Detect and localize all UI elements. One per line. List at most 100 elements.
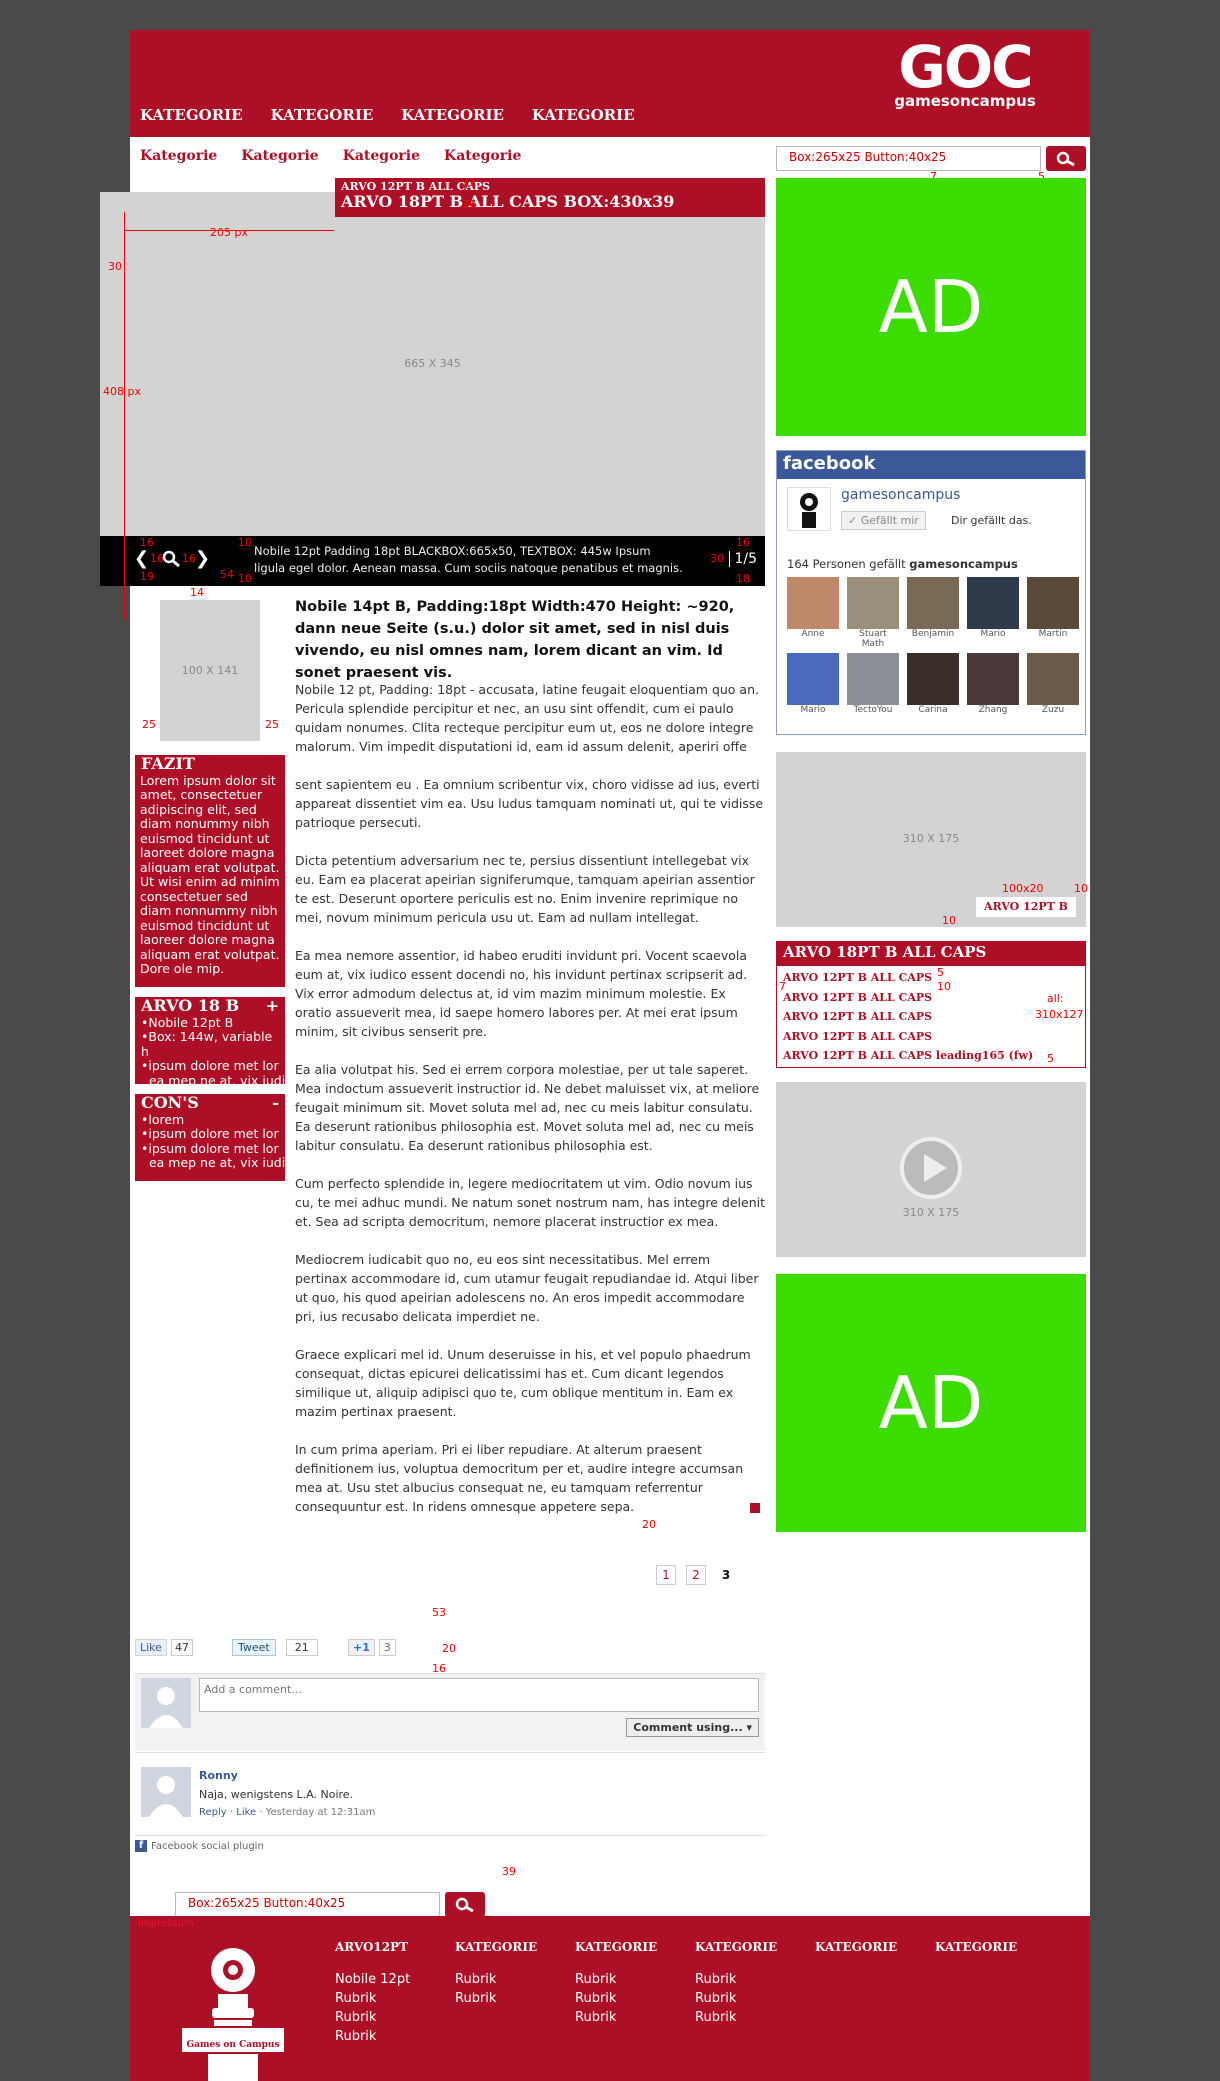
- feature-title-box[interactable]: ARVO 12PT B ALL CAPS ARVO 18PT B ALL CAP…: [335, 178, 765, 217]
- page-link[interactable]: 2: [686, 1565, 706, 1585]
- plugin-label[interactable]: Facebook social plugin: [151, 1841, 264, 1852]
- paragraph: Graece explicari mel id. Unum deseruisse…: [295, 1347, 751, 1419]
- page-link[interactable]: 1: [656, 1565, 676, 1585]
- footer-col: KATEGORIE Rubrik Rubrik: [455, 1940, 537, 2008]
- paragraph: Cum perfecto splendide in, legere medioc…: [295, 1176, 766, 1229]
- search-input-bottom[interactable]: Box:265x25 Button:40x25: [175, 1892, 440, 1917]
- list-link[interactable]: ARVO 12PT B ALL CAPS leading165 (fw): [783, 1046, 1079, 1066]
- like-button[interactable]: Like: [135, 1639, 167, 1656]
- fb-page-name[interactable]: gamesoncampus: [841, 487, 960, 503]
- measure-label: 7: [779, 980, 786, 993]
- search-button[interactable]: [1046, 146, 1086, 171]
- fan-photo: [847, 577, 899, 629]
- list-item: •lorem: [141, 1111, 185, 1127]
- social-tweet[interactable]: Tweet 21: [232, 1639, 318, 1656]
- plusone-button[interactable]: +1: [348, 1639, 375, 1656]
- like-link[interactable]: Like: [236, 1807, 256, 1818]
- measure-label: 26: [462, 198, 476, 211]
- main-nav-item[interactable]: KATEGORIE: [401, 106, 504, 124]
- footer-corner-link[interactable]: Impressum: [138, 1918, 194, 1929]
- list-item: •Nobile 12pt B: [141, 1014, 234, 1030]
- list-link[interactable]: ARVO 12PT B ALL CAPS: [783, 1027, 1079, 1047]
- reply-link[interactable]: Reply: [199, 1807, 227, 1818]
- like-count: 47: [170, 1639, 193, 1656]
- video-teaser[interactable]: 310 X 175: [776, 1082, 1086, 1257]
- feature-image[interactable]: 665 X 345: [100, 192, 765, 537]
- plus-icon: +: [265, 996, 279, 1015]
- footer-link[interactable]: Rubrik: [695, 1989, 777, 2008]
- footer-link[interactable]: Rubrik: [455, 1989, 537, 2008]
- list-link[interactable]: ARVO 12PT B ALL CAPS: [783, 968, 1079, 988]
- play-icon[interactable]: [899, 1136, 963, 1200]
- fazit-box: FAZIT Lorem ipsum dolor sit amet, consec…: [135, 755, 285, 987]
- fan[interactable]: Anne: [787, 577, 839, 649]
- fan[interactable]: Stuart Math: [847, 577, 899, 649]
- measure-label: 205 px: [210, 226, 248, 239]
- fazit-title-text: FAZIT: [141, 754, 195, 773]
- main-nav-item[interactable]: KATEGORIE: [140, 106, 243, 124]
- comment-author[interactable]: Ronny: [199, 1769, 238, 1782]
- footer-link[interactable]: Rubrik: [575, 2008, 657, 2027]
- fan[interactable]: Mario: [967, 577, 1019, 649]
- ad-banner-top[interactable]: AD: [776, 178, 1086, 436]
- comment-input[interactable]: Add a comment...: [199, 1678, 759, 1712]
- fan[interactable]: Benjamin: [907, 577, 959, 649]
- caption-line: ligula egel dolor. Aenean massa. Cum soc…: [254, 561, 683, 575]
- facebook-header: facebook: [777, 451, 1085, 479]
- sub-nav-item[interactable]: Kategorie: [140, 148, 217, 164]
- measure-label: 408 px: [103, 385, 141, 398]
- minus-icon: -: [272, 1093, 279, 1112]
- sub-nav: Kategorie Kategorie Kategorie Kategorie: [140, 148, 545, 164]
- social-plusone[interactable]: +1 3: [348, 1639, 396, 1656]
- measure-label: 20: [642, 1518, 656, 1531]
- ad-banner-bottom[interactable]: AD: [776, 1274, 1086, 1532]
- footer-link[interactable]: Rubrik: [695, 2008, 777, 2027]
- search-button-bottom[interactable]: [445, 1892, 485, 1917]
- footer-link[interactable]: Rubrik: [575, 1970, 657, 1989]
- sub-nav-item[interactable]: Kategorie: [444, 148, 521, 164]
- fan[interactable]: Martin: [1027, 577, 1079, 649]
- fan[interactable]: Carina: [907, 653, 959, 715]
- footer-link[interactable]: Rubrik: [335, 2027, 410, 2046]
- footer-link[interactable]: Rubrik: [695, 1970, 777, 1989]
- prev-arrow-icon[interactable]: ❮: [134, 548, 149, 569]
- footer-link[interactable]: Nobile 12pt: [335, 1970, 410, 1989]
- list-link[interactable]: ARVO 12PT B ALL CAPS: [783, 988, 1079, 1008]
- pros-title-text: ARVO 18 B: [141, 996, 240, 1015]
- footer-link[interactable]: Rubrik: [335, 2008, 410, 2027]
- measure-label: 16: [140, 536, 154, 549]
- sub-nav-item[interactable]: Kategorie: [241, 148, 318, 164]
- tweet-button[interactable]: Tweet: [232, 1639, 276, 1656]
- zoom-icon[interactable]: [162, 550, 182, 568]
- facebook-likebox: facebook gamesoncampus ✓ Gefällt mir Dir…: [776, 450, 1086, 735]
- fan-photo: [967, 577, 1019, 629]
- footer-link[interactable]: Rubrik: [575, 1989, 657, 2008]
- site-logo[interactable]: GOC gamesoncampus: [885, 38, 1045, 110]
- footer-link[interactable]: Rubrik: [335, 1989, 410, 2008]
- measure-label: 310x127: [1035, 1008, 1084, 1021]
- ad-label: AD: [878, 1361, 984, 1445]
- article-thumbnail[interactable]: 100 X 141: [160, 600, 260, 741]
- teaser-image[interactable]: 310 X 175 ARVO 12PT B: [776, 752, 1086, 927]
- comment-using-select[interactable]: Comment using... ▾: [626, 1718, 759, 1737]
- sub-nav-item[interactable]: Kategorie: [343, 148, 420, 164]
- fan[interactable]: Zhang: [967, 653, 1019, 715]
- fb-like-button[interactable]: ✓ Gefällt mir: [841, 511, 926, 530]
- main-nav-item[interactable]: KATEGORIE: [271, 106, 374, 124]
- fan[interactable]: TectoYou: [847, 653, 899, 715]
- fan-name: Zhang: [978, 705, 1008, 715]
- main-nav-item[interactable]: KATEGORIE: [532, 106, 635, 124]
- measure-label: 100x20: [1002, 882, 1044, 895]
- next-arrow-icon[interactable]: ❯: [195, 548, 210, 569]
- measure-label: 10: [942, 914, 956, 927]
- measure-label: 10: [238, 536, 252, 549]
- footer-link[interactable]: Rubrik: [455, 1970, 537, 1989]
- fan[interactable]: Mario: [787, 653, 839, 715]
- cons-box: CON'S - •lorem •ipsum dolore met lor •ips…: [135, 1094, 285, 1181]
- article-lead: Nobile 14pt B, Padding:18pt Width:470 He…: [295, 599, 735, 681]
- fan[interactable]: Zuzu: [1027, 653, 1079, 715]
- social-like[interactable]: Like 47: [135, 1639, 193, 1656]
- page-current: 3: [721, 1568, 731, 1582]
- avatar: [141, 1767, 191, 1817]
- search-input[interactable]: Box:265x25 Button:40x25: [776, 146, 1041, 171]
